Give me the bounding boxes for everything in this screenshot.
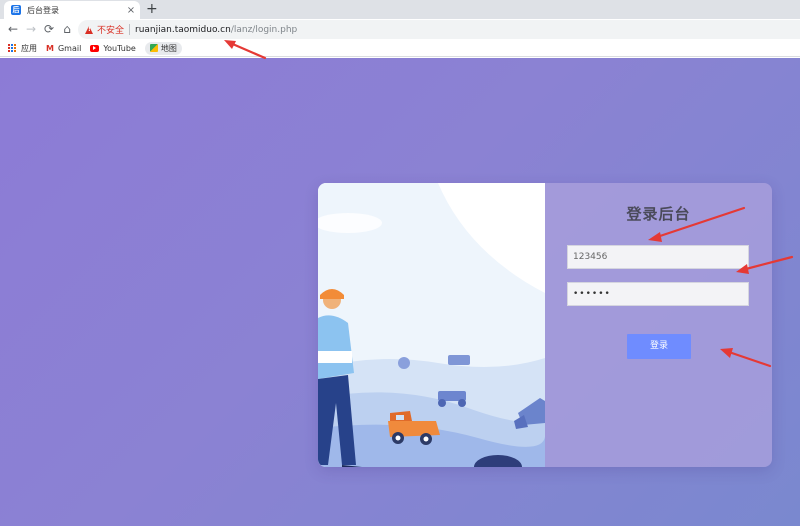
- url-divider: [129, 24, 131, 35]
- bookmark-label: 地图: [160, 43, 177, 53]
- illustration-svg: [318, 183, 545, 467]
- maps-icon: [149, 44, 158, 52]
- bookmarks-bar: 应用 M Gmail YouTube 地图: [0, 40, 800, 57]
- bookmark-youtube[interactable]: YouTube: [90, 44, 136, 53]
- reload-button[interactable]: ⟳: [41, 21, 57, 37]
- gmail-icon: M: [46, 43, 54, 53]
- login-button[interactable]: 登录: [627, 334, 691, 359]
- new-tab-button[interactable]: +: [146, 2, 158, 16]
- youtube-icon: [90, 44, 100, 52]
- close-tab-icon[interactable]: ×: [126, 5, 136, 16]
- login-card: 登录后台 登录: [318, 183, 772, 467]
- login-title: 登录后台: [626, 205, 691, 223]
- password-input[interactable]: [567, 282, 749, 306]
- bookmark-label: Gmail: [57, 43, 82, 53]
- bookmark-maps[interactable]: 地图: [144, 41, 182, 55]
- address-bar[interactable]: 不安全 ruanjian.taomiduo.cn /lanz/login.php: [78, 20, 800, 39]
- url-path: /lanz/login.php: [230, 24, 298, 35]
- tab-title: 后台登录: [27, 5, 59, 15]
- browser-tab[interactable]: 后 后台登录 ×: [4, 1, 140, 19]
- construction-illustration: [318, 183, 545, 467]
- bookmark-apps[interactable]: 应用: [8, 43, 37, 54]
- site-favicon-icon: 后: [11, 5, 21, 15]
- home-button[interactable]: ⌂: [59, 21, 75, 37]
- url-host: ruanjian.taomiduo.cn: [135, 24, 231, 35]
- browser-toolbar: ← → ⟳ ⌂ 不安全 ruanjian.taomiduo.cn /lanz/l…: [0, 19, 800, 40]
- bookmark-label: YouTube: [103, 43, 136, 53]
- forward-button[interactable]: →: [23, 21, 39, 37]
- username-input[interactable]: [567, 245, 749, 269]
- security-label[interactable]: 不安全: [97, 23, 124, 36]
- bookmark-gmail[interactable]: M Gmail: [46, 44, 81, 53]
- login-form-panel: 登录后台 登录: [545, 183, 772, 467]
- back-button[interactable]: ←: [5, 21, 21, 37]
- tab-strip: 后 后台登录 × +: [0, 0, 800, 19]
- page-background: 登录后台 登录: [0, 58, 800, 526]
- warning-icon[interactable]: [85, 25, 93, 34]
- bookmark-label: 应用: [21, 43, 37, 53]
- apps-grid-icon: [8, 44, 16, 52]
